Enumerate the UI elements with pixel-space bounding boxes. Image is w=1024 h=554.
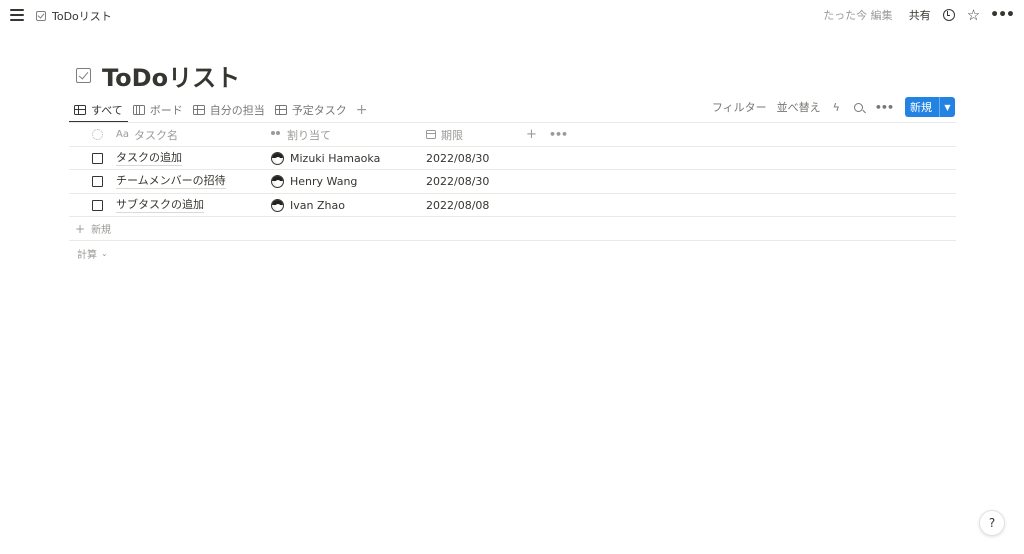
star-icon[interactable]: ☆ bbox=[967, 8, 980, 23]
add-row-button[interactable]: + 新規 bbox=[69, 217, 956, 241]
tab-mine[interactable]: 自分の担当 bbox=[188, 98, 270, 122]
tab-label: 自分の担当 bbox=[209, 104, 265, 117]
due-date[interactable]: 2022/08/30 bbox=[426, 152, 489, 165]
help-button[interactable]: ? bbox=[979, 510, 1005, 536]
breadcrumb-label: ToDoリスト bbox=[52, 10, 112, 23]
view-tabs: すべて ボード 自分の担当 予定タスク + bbox=[69, 98, 368, 123]
table-header: Aa タスク名 割り当て 期限 + ••• bbox=[69, 123, 956, 147]
column-header-name[interactable]: Aa タスク名 bbox=[116, 123, 266, 146]
edited-status: たった今 編集 bbox=[823, 9, 893, 22]
more-icon[interactable]: ••• bbox=[549, 123, 568, 146]
column-header-label: タスク名 bbox=[133, 128, 178, 142]
filter-button[interactable]: フィルター bbox=[712, 99, 767, 115]
table-row[interactable]: サブタスクの追加 Ivan Zhao 2022/08/08 bbox=[69, 194, 956, 217]
add-view-button[interactable]: + bbox=[352, 102, 368, 118]
task-name[interactable]: サブタスクの追加 bbox=[116, 198, 204, 213]
status-column-header[interactable] bbox=[91, 123, 111, 146]
calculate-label: 計算 bbox=[77, 249, 97, 261]
task-checkbox[interactable] bbox=[92, 199, 103, 211]
page-header: ToDoリスト bbox=[76, 58, 240, 93]
chevron-down-icon: ⌄ bbox=[101, 248, 108, 258]
automation-icon[interactable]: ϟ bbox=[833, 101, 840, 114]
view-toolbar: フィルター 並べ替え ϟ ••• 新規 ▼ bbox=[702, 97, 955, 117]
page-title[interactable]: ToDoリスト bbox=[102, 58, 240, 93]
assignee-name[interactable]: Ivan Zhao bbox=[290, 199, 345, 212]
breadcrumb[interactable]: ToDoリスト bbox=[36, 8, 112, 24]
chevron-down-icon[interactable]: ▼ bbox=[939, 97, 955, 117]
share-button[interactable]: 共有 bbox=[909, 7, 931, 23]
table-icon bbox=[74, 105, 86, 115]
text-icon: Aa bbox=[116, 129, 129, 140]
new-button[interactable]: 新規 ▼ bbox=[905, 97, 955, 117]
avatar bbox=[271, 175, 284, 188]
more-icon[interactable]: ••• bbox=[875, 101, 894, 114]
column-header-assign[interactable]: 割り当て bbox=[271, 123, 426, 146]
task-name[interactable]: タスクの追加 bbox=[116, 151, 182, 166]
add-column-button[interactable]: + bbox=[526, 123, 540, 146]
table-row[interactable]: タスクの追加 Mizuki Hamaoka 2022/08/30 bbox=[69, 147, 956, 170]
plus-icon: + bbox=[75, 221, 86, 236]
tab-board[interactable]: ボード bbox=[128, 98, 188, 122]
column-header-label: 期限 bbox=[441, 128, 463, 142]
new-button-label: 新規 bbox=[910, 101, 932, 114]
column-header-due[interactable]: 期限 bbox=[426, 123, 526, 146]
tab-label: 予定タスク bbox=[291, 104, 347, 117]
sort-button[interactable]: 並べ替え bbox=[777, 99, 821, 115]
assignee-name[interactable]: Henry Wang bbox=[290, 175, 357, 188]
table-icon bbox=[192, 105, 205, 115]
table-row[interactable]: チームメンバーの招待 Henry Wang 2022/08/30 bbox=[69, 170, 956, 194]
task-checkbox[interactable] bbox=[92, 176, 103, 187]
loading-icon bbox=[92, 129, 103, 140]
tab-scheduled[interactable]: 予定タスク bbox=[270, 98, 352, 122]
due-date[interactable]: 2022/08/08 bbox=[426, 199, 489, 212]
top-actions: たった今 編集 共有 ☆ ••• bbox=[823, 7, 1015, 23]
checkbox-icon[interactable] bbox=[76, 68, 91, 83]
people-icon bbox=[271, 131, 282, 138]
avatar bbox=[271, 198, 284, 212]
board-icon bbox=[132, 105, 145, 115]
due-date[interactable]: 2022/08/30 bbox=[426, 175, 489, 188]
avatar bbox=[271, 151, 284, 165]
menu-icon[interactable] bbox=[10, 9, 24, 23]
tab-all[interactable]: すべて bbox=[69, 98, 128, 123]
column-header-label: 割り当て bbox=[287, 128, 331, 142]
tab-label: すべて bbox=[91, 104, 123, 117]
clock-icon[interactable] bbox=[942, 9, 955, 21]
calculate-button[interactable]: 計算 ⌄ bbox=[69, 241, 956, 265]
more-icon[interactable]: ••• bbox=[990, 8, 1015, 22]
calendar-icon bbox=[426, 130, 436, 139]
task-checkbox[interactable] bbox=[92, 152, 103, 164]
top-bar: ToDoリスト たった今 編集 共有 ☆ ••• bbox=[0, 0, 1024, 32]
task-name[interactable]: チームメンバーの招待 bbox=[116, 174, 226, 189]
table-icon bbox=[274, 105, 287, 115]
search-icon[interactable] bbox=[853, 102, 863, 112]
checkbox-icon bbox=[36, 11, 46, 21]
tab-label: ボード bbox=[149, 104, 183, 117]
assignee-name[interactable]: Mizuki Hamaoka bbox=[290, 152, 380, 165]
task-table: Aa タスク名 割り当て 期限 + ••• タスクの追加 Mizuki Hama… bbox=[69, 123, 956, 265]
add-row-label: 新規 bbox=[91, 225, 112, 236]
